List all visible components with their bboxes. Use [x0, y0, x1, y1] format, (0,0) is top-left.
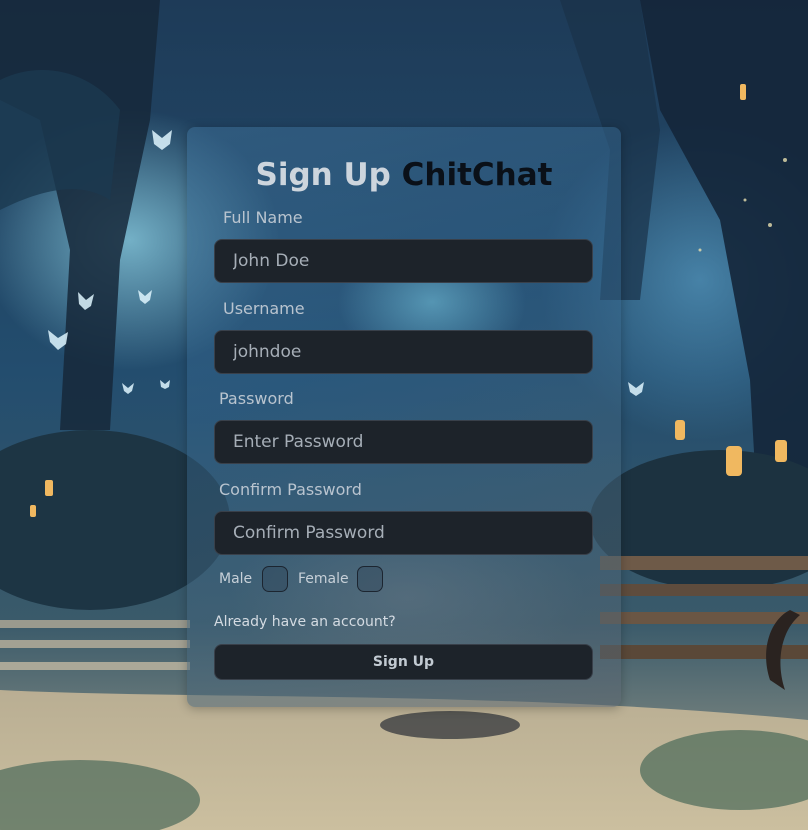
female-checkbox[interactable] [357, 566, 383, 592]
title-sign-up: Sign Up [255, 157, 391, 193]
female-label: Female [298, 571, 349, 587]
male-label: Male [219, 571, 253, 587]
signup-form: Sign Up ChitChat Full Name Username Pass… [187, 127, 621, 707]
full-name-label: Full Name [223, 208, 303, 227]
username-input[interactable] [214, 330, 593, 374]
password-label: Password [219, 389, 294, 408]
full-name-input[interactable] [214, 239, 593, 283]
sign-up-button[interactable]: Sign Up [214, 644, 593, 680]
page-title: Sign Up ChitChat [187, 157, 621, 193]
title-app-name: ChitChat [401, 157, 553, 193]
male-checkbox[interactable] [262, 566, 288, 592]
password-input[interactable] [214, 420, 593, 464]
confirm-password-label: Confirm Password [219, 480, 362, 499]
login-link[interactable]: Already have an account? [214, 614, 396, 630]
username-label: Username [223, 299, 305, 318]
confirm-password-input[interactable] [214, 511, 593, 555]
